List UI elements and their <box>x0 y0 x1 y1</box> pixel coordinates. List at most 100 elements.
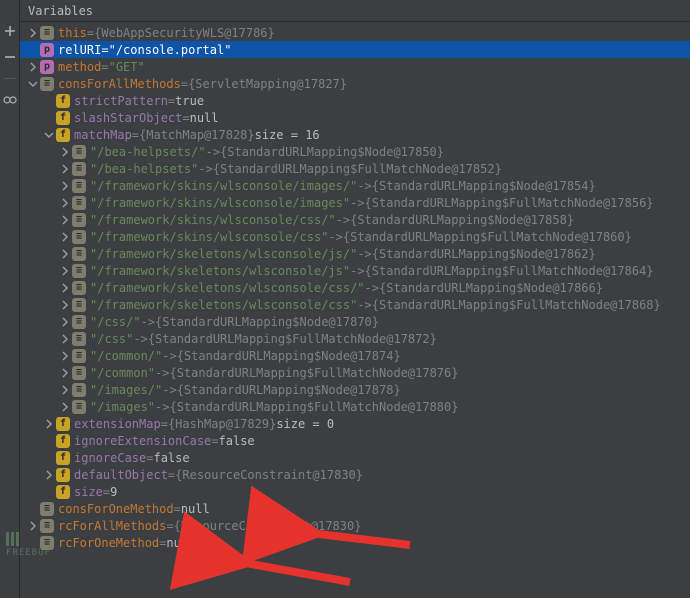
variable-value: {StandardURLMapping$FullMatchNode@17856} <box>365 196 654 210</box>
chevron-right-icon[interactable] <box>58 315 72 329</box>
variable-row[interactable]: ≡consForAllMethods = {ServletMapping@178… <box>20 75 690 92</box>
variable-row[interactable]: ≡"/images" -> {StandardURLMapping$FullMa… <box>20 398 690 415</box>
gutter-separator <box>4 78 16 79</box>
variable-value: {StandardURLMapping$Node@17878} <box>177 383 401 397</box>
variable-name: "/common" <box>90 366 155 380</box>
chevron-right-icon[interactable] <box>26 26 40 40</box>
variable-row[interactable]: ≡"/framework/skins/wlsconsole/css/" -> {… <box>20 211 690 228</box>
variable-row[interactable]: ≡consForOneMethod = null <box>20 500 690 517</box>
variable-row[interactable]: ≡this = {WebAppSecurityWLS@17786} <box>20 24 690 41</box>
variable-name: consForAllMethods <box>58 77 181 91</box>
value-icon: ≡ <box>72 213 86 227</box>
chevron-right-icon[interactable] <box>42 417 56 431</box>
equals-sign: = <box>182 111 189 125</box>
value-icon: ≡ <box>72 264 86 278</box>
variable-value: true <box>175 94 204 108</box>
value-icon: ≡ <box>72 145 86 159</box>
variable-value: {ResourceConstraint@17830} <box>174 519 362 533</box>
variable-row[interactable]: ≡"/bea-helpsets" -> {StandardURLMapping$… <box>20 160 690 177</box>
chevron-right-icon[interactable] <box>58 366 72 380</box>
variable-row[interactable]: fignoreCase = false <box>20 449 690 466</box>
variable-name: "/framework/skins/wlsconsole/css/" <box>90 213 336 227</box>
chevron-right-icon[interactable] <box>58 230 72 244</box>
variable-value: {StandardURLMapping$FullMatchNode@17876} <box>169 366 458 380</box>
remove-watch-icon[interactable] <box>3 50 17 64</box>
debug-tab-variables[interactable]: Variables <box>20 0 690 22</box>
chevron-right-icon[interactable] <box>58 400 72 414</box>
variable-row[interactable]: fslashStarObject = null <box>20 109 690 126</box>
variable-row[interactable]: ≡"/framework/skeletons/wlsconsole/css" -… <box>20 296 690 313</box>
variable-value: {WebAppSecurityWLS@17786} <box>94 26 275 40</box>
chevron-right-icon[interactable] <box>42 468 56 482</box>
chevron-right-icon[interactable] <box>58 179 72 193</box>
equals-sign: -> <box>155 366 169 380</box>
variable-row[interactable]: fignoreExtensionCase = false <box>20 432 690 449</box>
variable-row[interactable]: ≡"/bea-helpsets/" -> {StandardURLMapping… <box>20 143 690 160</box>
variable-row[interactable]: pmethod = "GET" <box>20 58 690 75</box>
chevron-right-icon[interactable] <box>58 247 72 261</box>
variable-row[interactable]: ≡"/framework/skins/wlsconsole/images" ->… <box>20 194 690 211</box>
chevron-right-icon[interactable] <box>26 60 40 74</box>
variable-row[interactable]: ≡"/css/" -> {StandardURLMapping$Node@178… <box>20 313 690 330</box>
variable-row[interactable]: ≡"/framework/skeletons/wlsconsole/css/" … <box>20 279 690 296</box>
variable-name: "/bea-helpsets" <box>90 162 198 176</box>
variable-row[interactable]: fstrictPattern = true <box>20 92 690 109</box>
variable-row[interactable]: ≡rcForOneMethod = null <box>20 534 690 551</box>
variable-name: "/framework/skins/wlsconsole/images/" <box>90 179 357 193</box>
chevron-right-icon[interactable] <box>58 349 72 363</box>
value-icon: ≡ <box>40 519 54 533</box>
variable-row[interactable]: ≡"/framework/skeletons/wlsconsole/js" ->… <box>20 262 690 279</box>
field-icon: f <box>56 434 70 448</box>
variable-row[interactable]: ≡"/common" -> {StandardURLMapping$FullMa… <box>20 364 690 381</box>
equals-sign: -> <box>357 179 371 193</box>
variable-value: false <box>153 451 189 465</box>
chevron-right-icon[interactable] <box>58 162 72 176</box>
chevron-right-icon[interactable] <box>26 519 40 533</box>
value-icon: ≡ <box>40 77 54 91</box>
variable-row[interactable]: ≡"/css" -> {StandardURLMapping$FullMatch… <box>20 330 690 347</box>
equals-sign: -> <box>206 145 220 159</box>
chevron-right-icon[interactable] <box>58 264 72 278</box>
variable-row[interactable]: fmatchMap = {MatchMap@17828} size = 16 <box>20 126 690 143</box>
chevron-right-icon[interactable] <box>58 332 72 346</box>
variables-tree[interactable]: ≡this = {WebAppSecurityWLS@17786}prelURI… <box>20 22 690 598</box>
value-icon: ≡ <box>72 400 86 414</box>
chevron-down-icon[interactable] <box>42 128 56 142</box>
variable-value: {StandardURLMapping$FullMatchNode@17868} <box>372 298 661 312</box>
equals-sign: -> <box>162 383 176 397</box>
chevron-right-icon[interactable] <box>58 383 72 397</box>
variable-value: {StandardURLMapping$Node@17858} <box>350 213 574 227</box>
variable-row[interactable]: ≡"/common/" -> {StandardURLMapping$Node@… <box>20 347 690 364</box>
variable-name: "/images/" <box>90 383 162 397</box>
variable-value: "GET" <box>109 60 145 74</box>
variable-row[interactable]: ≡"/framework/skins/wlsconsole/images/" -… <box>20 177 690 194</box>
field-icon: f <box>56 128 70 142</box>
chevron-right-icon[interactable] <box>58 298 72 312</box>
chevron-down-icon[interactable] <box>26 77 40 91</box>
glasses-icon[interactable] <box>3 93 17 107</box>
variable-row[interactable]: fsize = 9 <box>20 483 690 500</box>
add-watch-icon[interactable] <box>3 24 17 38</box>
equals-sign: = <box>101 60 108 74</box>
variable-row[interactable]: fextensionMap = {HashMap@17829} size = 0 <box>20 415 690 432</box>
variable-row[interactable]: prelURI = "/console.portal" <box>20 41 690 58</box>
variable-row[interactable]: ≡"/images/" -> {StandardURLMapping$Node@… <box>20 381 690 398</box>
value-icon: ≡ <box>72 281 86 295</box>
variable-name: "/framework/skeletons/wlsconsole/css/" <box>90 281 365 295</box>
chevron-right-icon[interactable] <box>58 281 72 295</box>
toolbar-gutter <box>0 0 20 598</box>
variable-row[interactable]: fdefaultObject = {ResourceConstraint@178… <box>20 466 690 483</box>
equals-sign: -> <box>357 298 371 312</box>
chevron-right-icon[interactable] <box>58 145 72 159</box>
chevron-right-icon[interactable] <box>58 213 72 227</box>
watermark: FREEBUF <box>6 532 51 558</box>
variable-row[interactable]: ≡"/framework/skins/wlsconsole/css" -> {S… <box>20 228 690 245</box>
field-icon: f <box>56 417 70 431</box>
variable-value: null <box>181 502 210 516</box>
variable-row[interactable]: ≡"/framework/skeletons/wlsconsole/js/" -… <box>20 245 690 262</box>
variable-row[interactable]: ≡rcForAllMethods = {ResourceConstraint@1… <box>20 517 690 534</box>
chevron-right-icon[interactable] <box>58 196 72 210</box>
equals-sign: = <box>161 417 168 431</box>
equals-sign: = <box>168 94 175 108</box>
variable-value: {StandardURLMapping$FullMatchNode@17872} <box>148 332 437 346</box>
